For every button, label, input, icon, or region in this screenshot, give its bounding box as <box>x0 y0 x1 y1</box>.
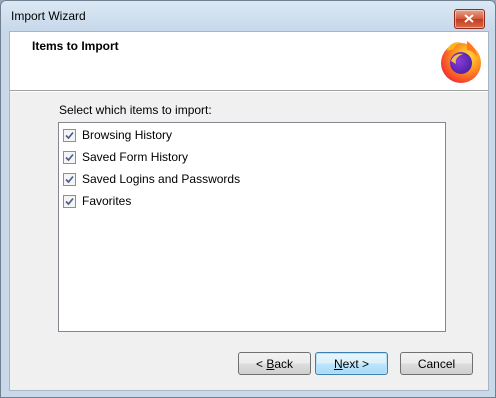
browsing-history-checkbox[interactable] <box>63 128 76 142</box>
back-button-prefix: < <box>255 356 267 371</box>
list-item-favorites[interactable]: Favorites <box>63 191 131 211</box>
back-button[interactable]: < Back <box>238 352 311 375</box>
close-icon <box>464 14 474 23</box>
list-item-browsing-history[interactable]: Browsing History <box>63 125 172 145</box>
title-bar[interactable]: Import Wizard <box>1 1 495 31</box>
favorites-label: Favorites <box>82 194 132 208</box>
checkmark-icon <box>65 131 74 139</box>
checkmark-icon <box>65 175 74 183</box>
saved-form-history-label: Saved Form History <box>82 150 189 164</box>
next-button-accel: N <box>333 356 343 371</box>
next-button[interactable]: Next > <box>315 352 388 375</box>
saved-logins-checkbox[interactable] <box>63 172 76 186</box>
header-separator <box>10 90 488 92</box>
import-items-list[interactable]: Browsing History Saved Form History Save… <box>58 122 446 332</box>
wizard-header: Items to Import <box>10 32 488 90</box>
close-button[interactable] <box>454 9 485 29</box>
browsing-history-label: Browsing History <box>82 128 173 142</box>
checkmark-icon <box>65 153 74 161</box>
checkmark-icon <box>65 197 74 205</box>
page-title: Items to Import <box>32 39 119 53</box>
import-wizard-window: Import Wizard Items to Import Select whi… <box>0 0 496 398</box>
cancel-button-label: Cancel <box>417 356 456 371</box>
window-title: Import Wizard <box>11 9 86 23</box>
instruction-label: Select which items to import: <box>59 103 212 117</box>
firefox-logo-icon <box>441 41 481 83</box>
back-button-rest: ack <box>274 356 294 371</box>
list-item-saved-form-history[interactable]: Saved Form History <box>63 147 188 167</box>
favorites-checkbox[interactable] <box>63 194 76 208</box>
next-button-rest: ext > <box>342 356 370 371</box>
saved-logins-label: Saved Logins and Passwords <box>82 172 241 186</box>
wizard-client-area: Items to Import Select which items to im… <box>9 31 489 391</box>
back-button-accel: B <box>266 356 275 371</box>
cancel-button[interactable]: Cancel <box>400 352 473 375</box>
saved-form-history-checkbox[interactable] <box>63 150 76 164</box>
list-item-saved-logins[interactable]: Saved Logins and Passwords <box>63 169 240 189</box>
